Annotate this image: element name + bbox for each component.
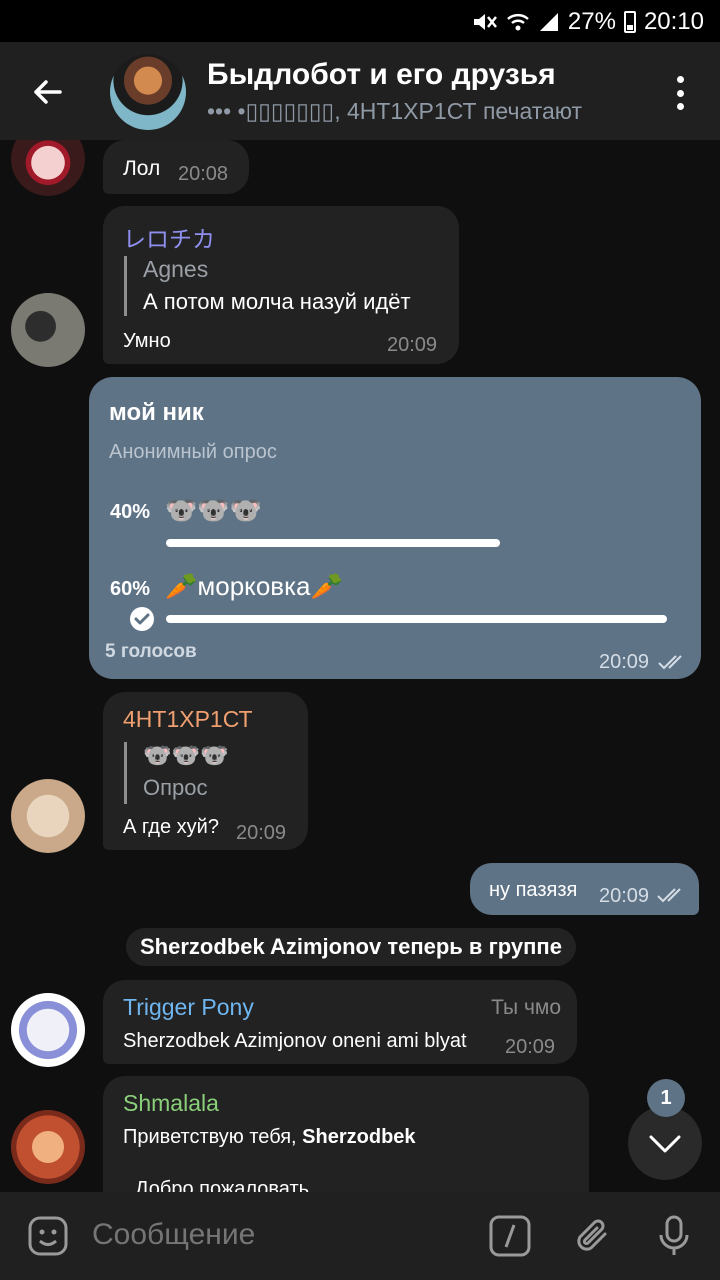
back-arrow-icon[interactable] — [26, 70, 70, 114]
poll-bubble[interactable]: мой ник Анонимный опрос 40% 🐨🐨🐨 60% 🥕мор… — [89, 377, 701, 679]
sender-name[interactable]: Trigger Pony — [123, 994, 254, 1021]
message-text-prefix: Приветствую тебя, — [123, 1126, 303, 1148]
avatar[interactable] — [11, 779, 85, 853]
microphone-icon[interactable] — [652, 1214, 696, 1258]
chat-avatar[interactable] — [110, 54, 186, 130]
avatar[interactable] — [11, 1110, 85, 1184]
message-time: 20:09 — [236, 822, 287, 844]
bot-command-icon[interactable] — [488, 1214, 532, 1258]
message-bubble[interactable]: Trigger Pony Ты чмо Sherzodbek Azimjonov… — [103, 980, 577, 1064]
sender-name[interactable]: 4НТ1ХР1СТ — [123, 706, 253, 733]
poll-option-label[interactable]: 🥕морковка🥕 — [165, 571, 343, 602]
input-bar — [0, 1192, 720, 1280]
status-bar: 27% 20:10 — [0, 0, 720, 42]
sticker-icon[interactable] — [26, 1214, 70, 1258]
poll-option-percent: 40% — [110, 501, 151, 523]
message-time: 20:09 — [599, 885, 650, 907]
message-time: 20:09 — [505, 1036, 556, 1058]
message-text-line2: Добро пожаловать — [135, 1178, 310, 1192]
poll-option-label[interactable]: 🐨🐨🐨 — [165, 495, 262, 526]
admin-tag: Ты чмо — [491, 996, 561, 1019]
message-text: А где хуй? — [123, 816, 219, 838]
message-bubble[interactable]: ну пазязя 20:09 — [470, 863, 699, 915]
chevron-down-icon — [649, 1135, 681, 1153]
typing-status: ••• •▯▯▯▯▯▯▯, 4НТ1ХР1СТ печатают — [207, 98, 583, 124]
more-menu-icon[interactable] — [674, 76, 686, 110]
read-check-icon — [657, 888, 681, 903]
wifi-icon — [507, 14, 529, 31]
read-check-icon — [658, 655, 682, 670]
poll-votes[interactable]: 5 голосов — [105, 641, 197, 663]
reply-name: 🐨🐨🐨 — [143, 742, 229, 768]
message-time: 20:09 — [599, 651, 650, 673]
sender-name[interactable]: レロチカ — [123, 220, 215, 254]
battery-percent: 27% — [567, 8, 616, 35]
message-text: Sherzodbek Azimjonov oneni ami blyat — [123, 1030, 467, 1052]
poll-option-percent: 60% — [110, 578, 151, 600]
signal-icon — [539, 13, 558, 31]
chat-title[interactable]: Быдлобот и его друзья — [207, 58, 556, 92]
chosen-check-icon — [130, 607, 154, 631]
message-input[interactable] — [92, 1218, 472, 1252]
battery-icon — [623, 11, 636, 33]
attach-icon[interactable] — [572, 1214, 616, 1258]
message-text: Лол — [123, 157, 161, 180]
unread-badge: 1 — [647, 1079, 685, 1117]
mute-icon — [473, 14, 497, 30]
reply-quote[interactable]: Agnes А потом молча назуй идёт — [124, 256, 411, 316]
message-bubble[interactable]: Лол 20:08 — [103, 140, 249, 194]
reply-text: А потом молча назуй идёт — [143, 289, 411, 314]
poll-type: Анонимный опрос — [109, 441, 277, 463]
sender-name[interactable]: Shmalala — [123, 1090, 219, 1117]
message-bubble[interactable]: 4НТ1ХР1СТ 🐨🐨🐨 Опрос А где хуй? 20:09 — [103, 692, 308, 850]
service-message: Sherzodbek Azimjonov теперь в группе — [126, 928, 576, 966]
message-bubble[interactable]: Shmalala Приветствую тебя, Sherzodbek До… — [103, 1076, 589, 1192]
message-text-mention[interactable]: Sherzodbek — [302, 1126, 415, 1148]
reply-name: Agnes — [143, 256, 209, 282]
message-text: Умно — [123, 330, 171, 352]
message-list[interactable]: Лол 20:08 レロチカ Agnes А потом молча назуй… — [0, 140, 720, 1192]
message-text: ну пазязя — [489, 879, 578, 901]
poll-option-bar — [166, 539, 500, 547]
scroll-down-button[interactable] — [628, 1106, 702, 1180]
poll-option-bar — [166, 615, 667, 623]
clock: 20:10 — [643, 8, 704, 35]
message-bubble[interactable]: レロチカ Agnes А потом молча назуй идёт Умно… — [103, 206, 459, 364]
message-time: 20:08 — [178, 163, 229, 185]
message-time: 20:09 — [387, 334, 438, 356]
avatar[interactable] — [11, 140, 85, 196]
avatar[interactable] — [11, 293, 85, 367]
chat-header: Быдлобот и его друзья ••• •▯▯▯▯▯▯▯, 4НТ1… — [0, 42, 720, 140]
poll-question: мой ник — [109, 399, 204, 426]
reply-text: Опрос — [143, 775, 208, 800]
reply-quote[interactable]: 🐨🐨🐨 Опрос — [124, 742, 229, 804]
avatar[interactable] — [11, 993, 85, 1067]
message-text: Приветствую тебя, Sherzodbek — [123, 1126, 416, 1149]
